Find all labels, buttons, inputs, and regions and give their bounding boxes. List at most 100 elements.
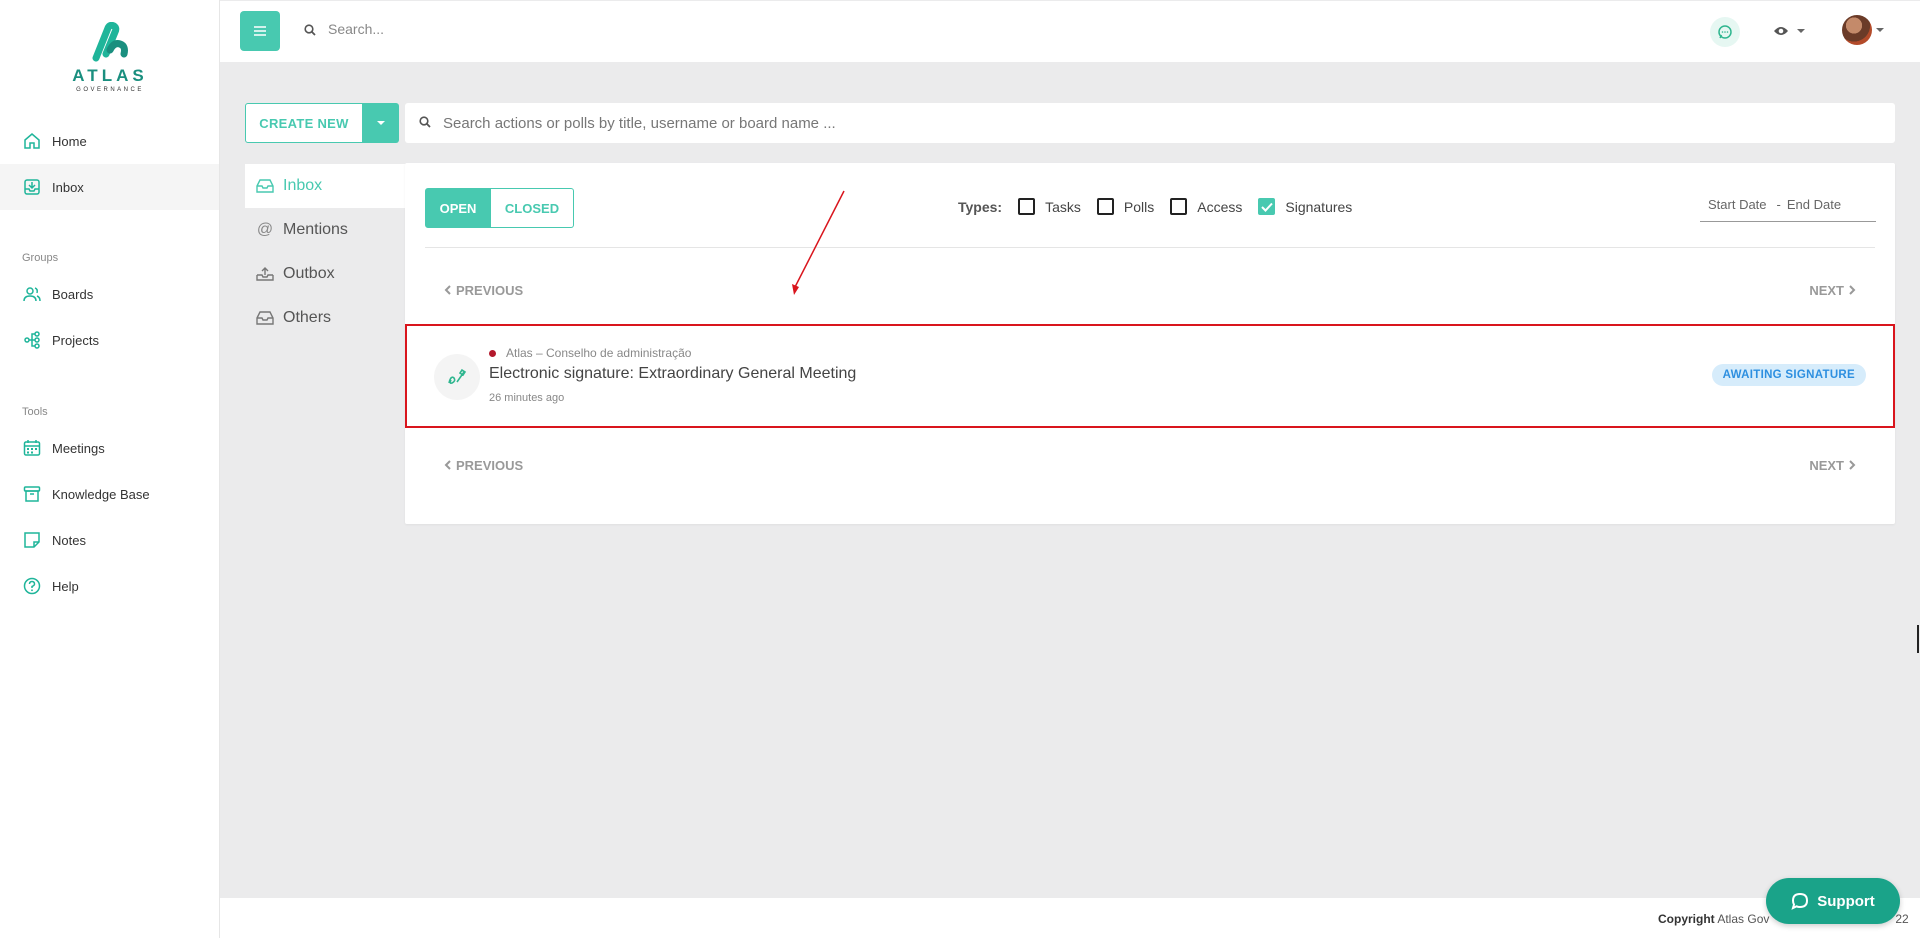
- chat-button[interactable]: [1710, 17, 1740, 47]
- checkbox-label: Signatures: [1285, 198, 1353, 215]
- chevron-right-icon: [1849, 285, 1856, 295]
- checkbox-label: Access: [1197, 198, 1243, 215]
- access-checkbox[interactable]: Access: [1170, 198, 1242, 215]
- checkmark-icon: [1258, 198, 1276, 215]
- groups-heading: Groups: [22, 252, 59, 264]
- tab-outbox[interactable]: Outbox: [245, 252, 405, 296]
- tasks-checkbox[interactable]: Tasks: [1018, 198, 1081, 215]
- sidebar: ATLAS GOVERNANCE Home Inbox Groups Board…: [0, 0, 220, 938]
- avatar: [1842, 15, 1872, 45]
- create-new-dropdown-button[interactable]: [363, 103, 399, 143]
- sidebar-item-help[interactable]: Help: [0, 563, 219, 609]
- copyright-year: 22: [1895, 912, 1909, 926]
- polls-checkbox[interactable]: Polls: [1096, 198, 1154, 215]
- sidebar-item-knowledge-base[interactable]: Knowledge Base: [0, 471, 219, 517]
- checkbox-icon: [1170, 198, 1188, 215]
- help-icon: [22, 576, 42, 596]
- pager-top: PREVIOUS NEXT: [425, 280, 1875, 300]
- chevron-left-icon: [444, 285, 451, 295]
- chevron-down-icon: [1876, 28, 1884, 32]
- next-button[interactable]: NEXT: [1794, 280, 1875, 300]
- previous-button[interactable]: PREVIOUS: [425, 455, 538, 475]
- global-search-input[interactable]: [328, 21, 728, 37]
- inbox-icon: [255, 179, 275, 193]
- copyright-label: Copyright: [1658, 912, 1715, 926]
- tab-inbox[interactable]: Inbox: [245, 164, 405, 208]
- chevron-left-icon: [444, 460, 451, 470]
- sidebar-item-home[interactable]: Home: [0, 118, 219, 164]
- note-icon: [22, 530, 42, 550]
- date-separator: -: [1776, 197, 1781, 212]
- tab-others[interactable]: Others: [245, 296, 405, 340]
- menu-toggle-button[interactable]: [240, 11, 280, 51]
- actions-search: [405, 103, 1895, 143]
- closed-filter-button[interactable]: CLOSED: [491, 188, 574, 228]
- box-icon: [22, 484, 42, 504]
- tab-mentions[interactable]: @ Mentions: [245, 208, 405, 252]
- text-cursor: [1917, 625, 1919, 653]
- sidebar-item-label: Knowledge Base: [52, 486, 150, 502]
- hamburger-icon: [254, 26, 266, 36]
- signatures-checkbox[interactable]: Signatures: [1258, 198, 1352, 215]
- create-new-button[interactable]: CREATE NEW: [245, 103, 363, 143]
- tab-label: Mentions: [283, 221, 348, 238]
- tab-label: Inbox: [283, 177, 323, 194]
- sidebar-item-projects[interactable]: Projects: [0, 317, 219, 363]
- support-button[interactable]: Support: [1766, 878, 1900, 924]
- eye-icon: [1774, 27, 1788, 35]
- sidebar-item-label: Notes: [52, 532, 86, 548]
- list-item[interactable]: Atlas – Conselho de administração Electr…: [405, 324, 1895, 428]
- sidebar-item-label: Projects: [52, 332, 99, 348]
- checkbox-icon: [1018, 198, 1036, 215]
- share-icon: [22, 330, 42, 350]
- footer: Copyright Atlas Gov 22: [220, 898, 1920, 938]
- inbox-icon: [22, 177, 42, 197]
- topbar: [220, 1, 1920, 62]
- end-date-input[interactable]: End Date: [1787, 197, 1841, 212]
- chevron-down-icon: [1797, 29, 1805, 33]
- previous-button[interactable]: PREVIOUS: [425, 280, 538, 300]
- annotation-arrow: [792, 190, 845, 295]
- board-label: Atlas – Conselho de administração: [506, 346, 692, 360]
- support-label: Support: [1817, 892, 1875, 910]
- visibility-dropdown[interactable]: [1773, 21, 1809, 41]
- inbox-panel: OPEN CLOSED Types: Tasks Polls Access Si…: [405, 163, 1895, 524]
- sidebar-item-notes[interactable]: Notes: [0, 517, 219, 563]
- start-date-input[interactable]: Start Date: [1708, 197, 1767, 212]
- user-menu[interactable]: [1842, 15, 1884, 45]
- item-title[interactable]: Electronic signature: Extraordinary Gene…: [489, 365, 856, 383]
- open-filter-button[interactable]: OPEN: [425, 188, 491, 228]
- sidebar-item-label: Home: [52, 133, 87, 149]
- sidebar-item-label: Meetings: [52, 440, 105, 456]
- status-badge: AWAITING SIGNATURE: [1711, 364, 1866, 386]
- brand-sub: GOVERNANCE: [76, 87, 144, 93]
- divider: [425, 247, 1875, 248]
- checkbox-icon: [1096, 198, 1114, 215]
- home-icon: [22, 131, 42, 151]
- date-range: Start Date - End Date: [1700, 188, 1876, 222]
- calendar-icon: [22, 438, 42, 458]
- item-timestamp: 26 minutes ago: [489, 392, 565, 404]
- board-name: Atlas – Conselho de administração: [489, 346, 691, 360]
- next-label: NEXT: [1809, 282, 1844, 298]
- brand-name: ATLAS: [72, 66, 148, 85]
- chat-icon: [1718, 25, 1732, 39]
- atlas-logo[interactable]: ATLAS GOVERNANCE: [0, 22, 220, 93]
- previous-label: PREVIOUS: [456, 457, 524, 473]
- actions-search-input[interactable]: [443, 114, 1843, 132]
- signature-icon: [434, 354, 480, 400]
- sidebar-item-boards[interactable]: Boards: [0, 271, 219, 317]
- status-toggle: OPEN CLOSED: [425, 188, 574, 228]
- sidebar-item-meetings[interactable]: Meetings: [0, 425, 219, 471]
- copyright-company: Atlas Gov: [1717, 912, 1770, 926]
- checkbox-label: Tasks: [1045, 198, 1081, 215]
- tab-label: Outbox: [283, 265, 335, 282]
- tab-label: Others: [283, 309, 332, 326]
- at-icon: @: [256, 221, 274, 238]
- chevron-down-icon: [377, 121, 385, 125]
- outbox-icon: [255, 267, 275, 281]
- types-label: Types:: [958, 198, 1003, 215]
- sidebar-item-inbox[interactable]: Inbox: [0, 164, 219, 210]
- next-button[interactable]: NEXT: [1794, 455, 1875, 475]
- atlas-logo-icon: [92, 22, 128, 62]
